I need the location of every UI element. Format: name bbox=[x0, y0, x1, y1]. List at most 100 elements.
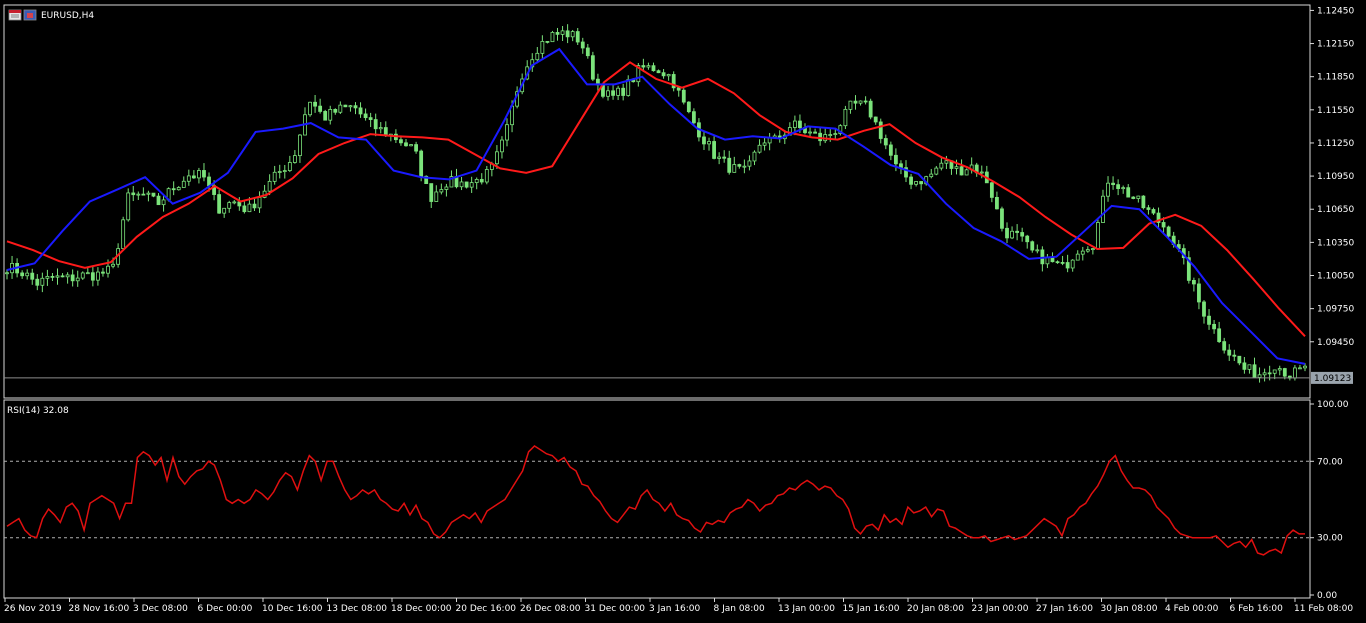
candle-body bbox=[292, 155, 297, 163]
rsi-tick-label: 100.00 bbox=[1317, 400, 1349, 410]
candle-body bbox=[919, 181, 924, 185]
candle-body bbox=[540, 41, 545, 54]
candle-body bbox=[616, 87, 621, 96]
candle-body bbox=[20, 272, 25, 277]
candle-body bbox=[323, 111, 328, 121]
candle-body bbox=[1197, 283, 1201, 303]
candle-body bbox=[181, 180, 186, 188]
candle-body bbox=[575, 31, 580, 43]
candle-body bbox=[1272, 369, 1277, 374]
candle-body bbox=[1010, 230, 1014, 239]
candle-body bbox=[939, 162, 944, 169]
candle-body bbox=[1242, 362, 1247, 370]
candle-body bbox=[1000, 208, 1004, 229]
candle-body bbox=[191, 175, 196, 179]
candle-body bbox=[944, 160, 949, 164]
candle-body bbox=[151, 192, 156, 197]
candle-body bbox=[1060, 262, 1065, 264]
time-tick-label: 3 Dec 08:00 bbox=[133, 604, 188, 614]
candle-body bbox=[161, 199, 166, 206]
candle-body bbox=[989, 182, 994, 198]
candle-body bbox=[429, 183, 434, 202]
candle-body bbox=[96, 271, 100, 281]
candle-body bbox=[197, 170, 201, 179]
candle-body bbox=[641, 65, 646, 68]
time-tick-label: 4 Feb 00:00 bbox=[1165, 604, 1219, 614]
candle-body bbox=[60, 275, 65, 278]
candle-body bbox=[762, 142, 767, 146]
candle-body bbox=[338, 104, 343, 113]
candle-body bbox=[1247, 364, 1252, 370]
candle-body bbox=[5, 272, 9, 275]
candle-body bbox=[691, 111, 696, 124]
candle-body bbox=[65, 274, 70, 278]
candle-body bbox=[717, 156, 722, 159]
candle-body bbox=[843, 108, 848, 127]
candle-body bbox=[752, 151, 757, 162]
candle-body bbox=[863, 100, 868, 103]
candle-body bbox=[545, 41, 550, 43]
candle-body bbox=[272, 171, 277, 182]
candle-body bbox=[126, 192, 131, 221]
candle-body bbox=[580, 41, 585, 49]
candle-body bbox=[878, 121, 883, 139]
price-tick-label: 1.09750 bbox=[1317, 305, 1354, 315]
price-tick-label: 1.09450 bbox=[1317, 338, 1354, 348]
candle-body bbox=[343, 104, 348, 108]
price-tick-label: 1.10950 bbox=[1317, 172, 1354, 182]
candle-body bbox=[505, 124, 509, 141]
time-tick-label: 11 Feb 08:00 bbox=[1294, 604, 1353, 614]
candle-body bbox=[500, 139, 504, 153]
candle-body bbox=[373, 119, 378, 130]
candle-body bbox=[757, 144, 762, 153]
chart-title: EURUSD,H4 bbox=[41, 11, 94, 21]
candle-body bbox=[35, 278, 40, 286]
candle-body bbox=[676, 87, 681, 91]
price-tick-label: 1.12450 bbox=[1317, 6, 1354, 16]
candle-body bbox=[30, 272, 35, 280]
candle-body bbox=[1065, 262, 1070, 269]
trading-chart[interactable]: 1.12450 1.12150 1.11850 1.11550 1.11250 1.109… bbox=[0, 0, 1366, 623]
candle-body bbox=[813, 131, 817, 134]
candle-body bbox=[111, 263, 115, 267]
candle-body bbox=[55, 275, 60, 278]
candle-body bbox=[308, 101, 312, 116]
candle-body bbox=[439, 189, 444, 193]
candle-body bbox=[1191, 280, 1196, 285]
candle-body bbox=[1035, 249, 1040, 252]
time-tick-label: 27 Jan 16:00 bbox=[1036, 604, 1093, 614]
candle-body bbox=[257, 197, 262, 209]
candle-body bbox=[479, 179, 484, 183]
time-tick-label: 15 Jan 16:00 bbox=[843, 604, 900, 614]
candle-body bbox=[85, 272, 90, 275]
time-tick-label: 23 Jan 00:00 bbox=[972, 604, 1029, 614]
candle-body bbox=[979, 171, 984, 174]
time-tick-label: 18 Dec 00:00 bbox=[391, 604, 452, 614]
candle-body bbox=[808, 131, 812, 134]
candle-body bbox=[75, 277, 80, 282]
candle-body bbox=[934, 167, 939, 175]
price-tick-label: 1.10350 bbox=[1317, 238, 1354, 248]
rsi-title: RSI(14) 32.08 bbox=[7, 406, 69, 416]
candle-body bbox=[70, 274, 75, 282]
candle-body bbox=[1277, 368, 1282, 371]
candle-body bbox=[798, 120, 802, 129]
candle-body bbox=[282, 170, 287, 172]
candle-body bbox=[378, 127, 383, 130]
candle-body bbox=[747, 160, 752, 167]
candle-body bbox=[1257, 374, 1262, 378]
time-tick-label: 3 Jan 16:00 bbox=[649, 604, 701, 614]
candle-body bbox=[333, 108, 338, 113]
candle-body bbox=[1207, 315, 1211, 325]
candle-body bbox=[1121, 187, 1126, 190]
candle-body bbox=[742, 165, 747, 168]
candle-body bbox=[818, 132, 823, 142]
candle-body bbox=[186, 175, 191, 182]
candle-body bbox=[121, 219, 126, 249]
candle-body bbox=[146, 192, 151, 195]
candle-body bbox=[298, 134, 302, 157]
candle-body bbox=[202, 170, 206, 178]
candle-body bbox=[40, 277, 45, 286]
candle-body bbox=[1141, 195, 1146, 209]
candle-body bbox=[45, 275, 50, 279]
